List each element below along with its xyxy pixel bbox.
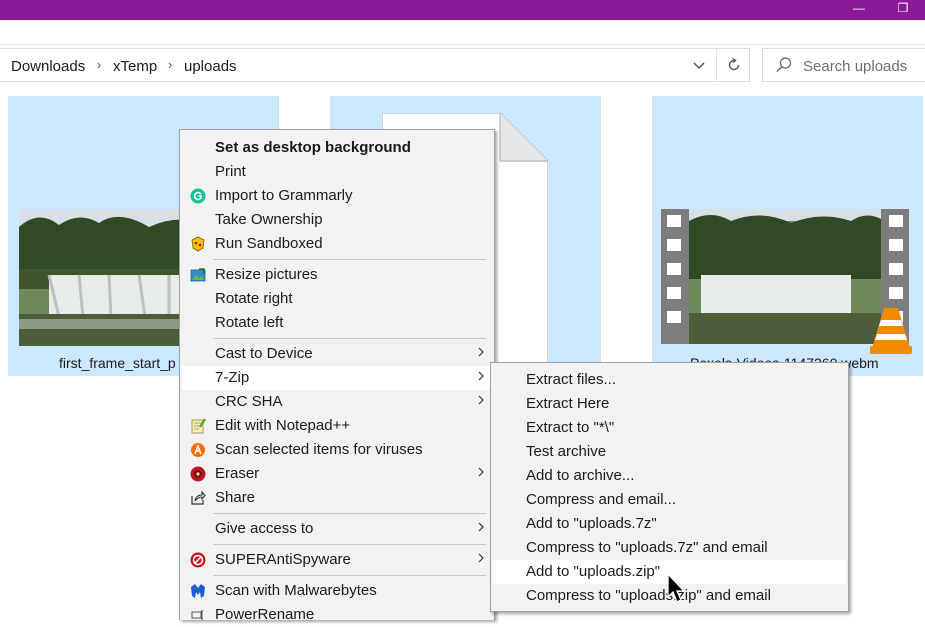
submenu-item-extract-to[interactable]: Extract to "*\" [493,416,846,440]
menu-separator [213,259,486,260]
menu-separator [213,575,486,576]
menu-separator [213,338,486,339]
submenu-arrow-icon [478,553,484,563]
menu-separator [213,513,486,514]
menu-item-cast-to-device[interactable]: Cast to Device [182,342,492,366]
menu-item-rotate-left[interactable]: Rotate left [182,311,492,335]
breadcrumb-uploads[interactable]: uploads [184,58,237,75]
submenu-item-compress-and-email[interactable]: Compress and email... [493,488,846,512]
powerrename-icon [191,610,203,620]
menu-item-powerrename[interactable]: PowerRename [182,603,492,627]
context-menu: Set as desktop background Print Import t… [179,129,495,623]
file-name: first_frame_start_p [59,355,176,371]
menu-separator [213,544,486,545]
menu-item-share[interactable]: Share [182,486,492,510]
title-bar: — ❐ [0,0,925,20]
restore-button[interactable]: ❐ [881,0,925,20]
breadcrumb-xtemp[interactable]: xTemp [113,58,157,75]
ribbon-area [0,20,925,45]
submenu-item-add-to-7z[interactable]: Add to "uploads.7z" [493,512,846,536]
superantispyware-icon [190,552,206,568]
vlc-icon [870,308,912,354]
menu-item-resize-pictures[interactable]: Resize pictures [182,263,492,287]
breadcrumb-separator[interactable]: › [168,57,172,72]
search-input[interactable]: Search uploads [803,58,907,75]
submenu-item-add-to-archive[interactable]: Add to archive... [493,464,846,488]
notepadpp-icon [191,418,206,434]
menu-item-superantispyware[interactable]: SUPERAntiSpyware [182,548,492,572]
search-box[interactable]: Search uploads [762,48,925,82]
menu-item-take-ownership[interactable]: Take Ownership [182,208,492,232]
refresh-icon [728,57,739,71]
malwarebytes-icon [191,584,205,598]
menu-item-give-access-to[interactable]: Give access to [182,517,492,541]
menu-item-crc-sha[interactable]: CRC SHA [182,390,492,414]
submenu-item-test-archive[interactable]: Test archive [493,440,846,464]
eraser-icon [190,466,206,482]
avast-icon [191,443,205,457]
file-tile[interactable]: Pexels-Videos-1147260.webm [652,96,923,376]
menu-item-eraser[interactable]: Eraser [182,462,492,486]
submenu-item-extract-files[interactable]: Extract files... [493,368,846,392]
search-icon [776,57,792,73]
submenu-item-compress-7z-email[interactable]: Compress to "uploads.7z" and email [493,536,846,560]
submenu-item-extract-here[interactable]: Extract Here [493,392,846,416]
submenu-arrow-icon [478,371,484,381]
menu-item-print[interactable]: Print [182,160,492,184]
breadcrumb-downloads[interactable]: Downloads [11,58,85,75]
breadcrumb-separator[interactable]: › [97,57,101,72]
sandboxie-icon [191,236,205,252]
menu-item-run-sandboxed[interactable]: Run Sandboxed [182,232,492,256]
address-bar[interactable]: Downloads › xTemp › uploads [0,48,750,82]
submenu-arrow-icon [478,522,484,532]
submenu-arrow-icon [478,467,484,477]
menu-item-7zip[interactable]: 7-Zip [182,366,492,390]
address-dropdown-chevron-icon[interactable] [688,56,710,76]
menu-item-scan-malwarebytes[interactable]: Scan with Malwarebytes [182,579,492,603]
menu-item-import-to-grammarly[interactable]: Import to Grammarly [182,184,492,208]
refresh-button[interactable] [716,48,750,82]
menu-item-rotate-right[interactable]: Rotate right [182,287,492,311]
minimize-button[interactable]: — [837,0,881,20]
menu-item-scan-viruses[interactable]: Scan selected items for viruses [182,438,492,462]
menu-item-edit-with-notepadpp[interactable]: Edit with Notepad++ [182,414,492,438]
submenu-arrow-icon [478,347,484,357]
share-icon [191,490,206,505]
grammarly-icon [190,188,206,204]
menu-item-set-desktop-background[interactable]: Set as desktop background [182,136,492,160]
resize-pictures-icon [190,268,206,282]
mouse-cursor-icon [667,573,686,603]
submenu-arrow-icon [478,395,484,405]
